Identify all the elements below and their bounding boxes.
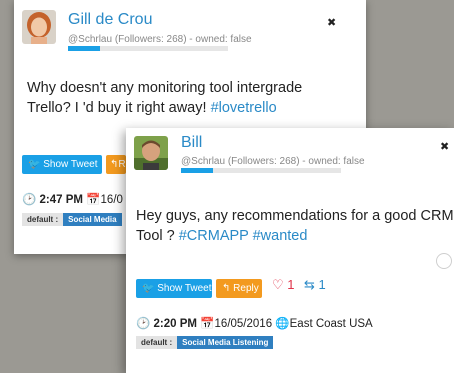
globe-icon: 🌐 (275, 318, 290, 330)
hashtag-crmapp[interactable]: #CRMAPP (179, 228, 249, 244)
reply-button[interactable]: ↰Re (106, 155, 131, 174)
tweet-text: Why doesn't any monitoring tool intergra… (27, 78, 302, 118)
follower-progress-fill (181, 168, 213, 173)
show-tweet-button[interactable]: 🐦 Show Tweet (136, 279, 212, 298)
tweet-date: 16/05/2016 (214, 318, 273, 330)
reply-button[interactable]: ↰ Reply (216, 279, 262, 298)
avatar[interactable] (134, 136, 168, 170)
tweet-line-1: Why doesn't any monitoring tool intergra… (27, 80, 303, 96)
twitter-bird-icon: 🐦 (142, 283, 155, 294)
tweet-card-bill[interactable]: Bill @Schrlau (Followers: 268) - owned: … (126, 128, 454, 373)
tweet-location: East Coast USA (289, 318, 373, 330)
tag-row: default : Social Media (22, 213, 122, 226)
show-tweet-label: Show Tweet (43, 159, 98, 170)
follower-progress-bar (68, 46, 228, 51)
show-tweet-button[interactable]: 🐦 Show Tweet (22, 155, 102, 174)
tag-value[interactable]: Social Media Listening (177, 336, 274, 349)
author-name[interactable]: Bill (181, 134, 202, 152)
reply-icon: ↰ (222, 283, 231, 294)
heart-icon: ♡ (272, 277, 284, 292)
tag-key: default : (22, 213, 64, 226)
retweet-icon: ⇆ (304, 277, 315, 292)
calendar-icon: 📅 (200, 318, 215, 330)
tweet-line-2: Trello? I 'd buy it right away! (27, 100, 211, 116)
select-radio[interactable] (436, 253, 452, 269)
retweet-number: 1 (318, 277, 326, 292)
author-name[interactable]: Gill de Crou (68, 11, 152, 29)
clock-icon: 🕑 (22, 194, 37, 206)
author-meta: @Schrlau (Followers: 268) - owned: false (181, 156, 365, 167)
follower-progress-fill (68, 46, 100, 51)
hashtag-lovetrello[interactable]: #lovetrello (211, 100, 277, 116)
tag-row: default : Social Media Listening (136, 336, 274, 349)
avatar-woman-icon (22, 10, 56, 44)
author-meta: @Schrlau (Followers: 268) - owned: false (68, 34, 252, 45)
tag-key: default : (136, 336, 178, 349)
tweet-text: Hey guys, any recommendations for a good… (136, 206, 454, 246)
clock-icon: 🕑 (136, 318, 151, 330)
close-icon[interactable]: ✖ (440, 140, 449, 153)
tweet-line-1: Hey guys, any recommendations for a good… (136, 208, 454, 224)
twitter-bird-icon: 🐦 (28, 159, 41, 170)
reply-label: Reply (233, 283, 259, 294)
avatar-man-icon (134, 136, 168, 170)
show-tweet-label: Show Tweet (157, 283, 212, 294)
tweet-info-row: 🕑 2:20 PM 📅16/05/2016 🌐East Coast USA (136, 316, 373, 330)
tag-value[interactable]: Social Media (63, 213, 122, 226)
tweet-time: 2:20 PM (153, 318, 197, 330)
close-icon[interactable]: ✖ (327, 16, 336, 29)
tweet-time: 2:47 PM (39, 194, 83, 206)
like-number: 1 (287, 277, 295, 292)
tweet-date: 16/0 (100, 194, 123, 206)
calendar-icon: 📅 (86, 194, 101, 206)
retweet-count[interactable]: ⇆ 1 (304, 277, 326, 293)
tweet-info-row: 🕑 2:47 PM 📅16/0 (22, 192, 123, 206)
avatar[interactable] (22, 10, 56, 44)
hashtag-wanted[interactable]: #wanted (253, 228, 308, 244)
follower-progress-bar (181, 168, 341, 173)
like-count[interactable]: ♡ 1 (272, 277, 295, 293)
tweet-line-2: Tool ? (136, 228, 179, 244)
